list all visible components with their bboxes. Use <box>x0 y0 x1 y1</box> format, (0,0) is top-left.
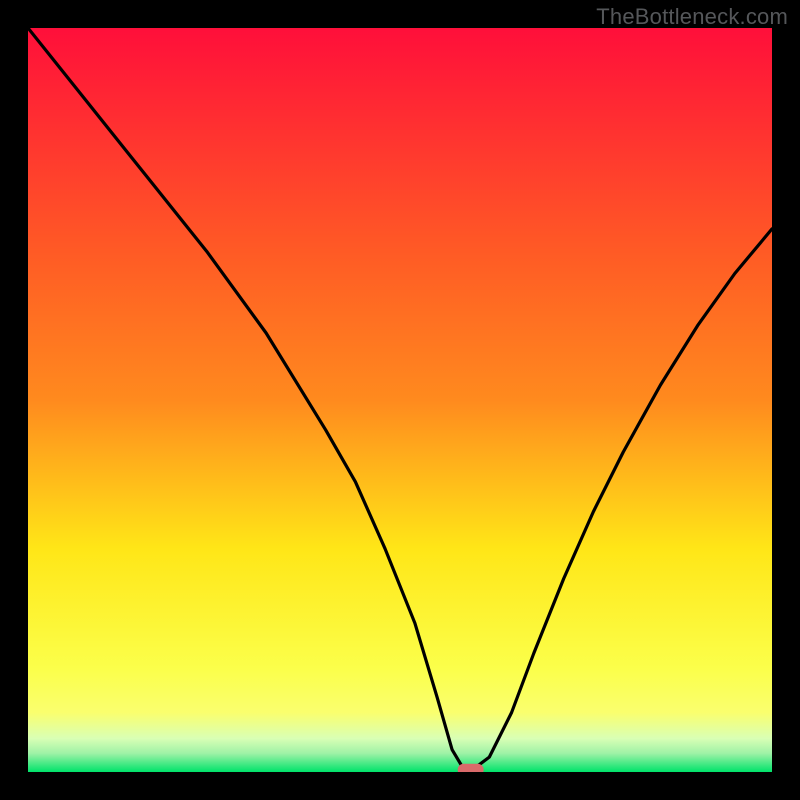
background-gradient <box>28 28 772 772</box>
chart-frame: TheBottleneck.com <box>0 0 800 800</box>
watermark-label: TheBottleneck.com <box>596 4 788 30</box>
bottleneck-chart <box>28 28 772 772</box>
plot-area <box>28 28 772 772</box>
optimal-point-marker <box>458 764 484 772</box>
